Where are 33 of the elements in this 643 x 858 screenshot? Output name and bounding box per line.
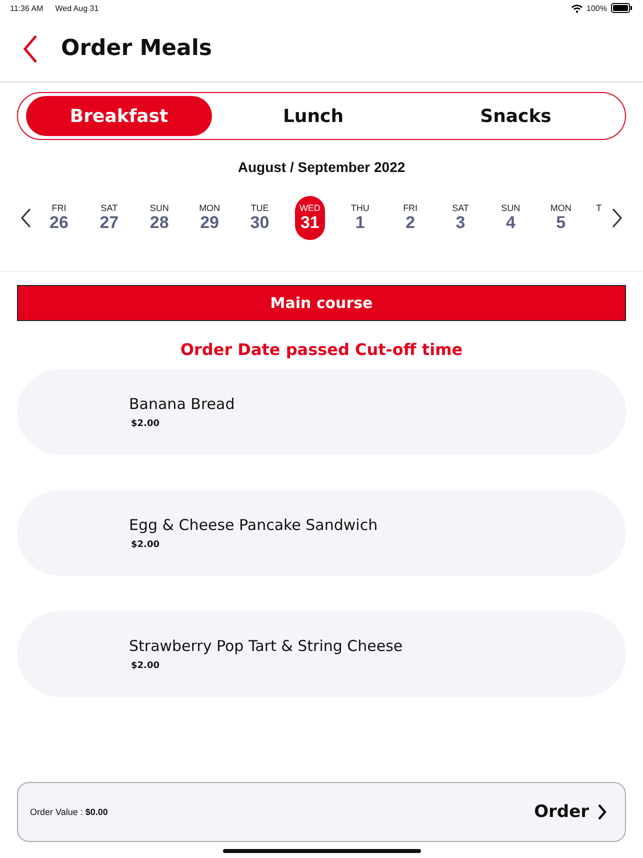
wifi-icon: [570, 4, 583, 12]
date-item[interactable]: THU 1: [345, 196, 376, 240]
back-icon[interactable]: [23, 34, 37, 62]
date-item[interactable]: SAT 27: [94, 196, 124, 240]
date-item[interactable]: SAT 3: [446, 196, 476, 240]
meal-tab[interactable]: Breakfast: [26, 96, 212, 136]
next-icon[interactable]: [611, 208, 623, 228]
date-item[interactable]: MON 5: [546, 196, 576, 240]
date-item[interactable]: SUN 4: [496, 196, 526, 240]
battery-percent: 100%: [586, 4, 607, 12]
date-item[interactable]: T: [596, 196, 606, 240]
date-item[interactable]: MON 29: [194, 196, 225, 240]
date-item[interactable]: FRI 2: [395, 196, 426, 240]
battery-icon: [611, 3, 633, 13]
date-item[interactable]: FRI 26: [44, 196, 74, 240]
order-value: Order Value : $0.00: [30, 807, 108, 817]
date-item[interactable]: SUN 28: [144, 196, 174, 240]
date-item[interactable]: WED 31: [294, 196, 325, 240]
month-title: August / September 2022: [236, 159, 406, 175]
cutoff-warning: Order Date passed Cut-off time: [179, 340, 464, 359]
status-time: 11:36 AM: [10, 4, 44, 12]
section-banner: Main course: [17, 285, 626, 321]
date-item[interactable]: TUE 30: [244, 196, 275, 240]
status-date: Wed Aug 31: [55, 4, 99, 12]
order-button[interactable]: Order: [528, 801, 613, 823]
meal-card[interactable]: Egg & Cheese Pancake Sandwich $2.00: [17, 490, 626, 576]
page-title: Order Meals: [61, 36, 212, 61]
meal-card[interactable]: Strawberry Pop Tart & String Cheese $2.00: [17, 611, 626, 697]
meal-tab[interactable]: Lunch: [212, 96, 414, 136]
meal-tab[interactable]: Snacks: [414, 96, 617, 136]
chevron-icon: [597, 804, 607, 820]
meal-card[interactable]: Banana Bread $2.00: [17, 369, 626, 455]
previous-icon[interactable]: [20, 208, 32, 228]
